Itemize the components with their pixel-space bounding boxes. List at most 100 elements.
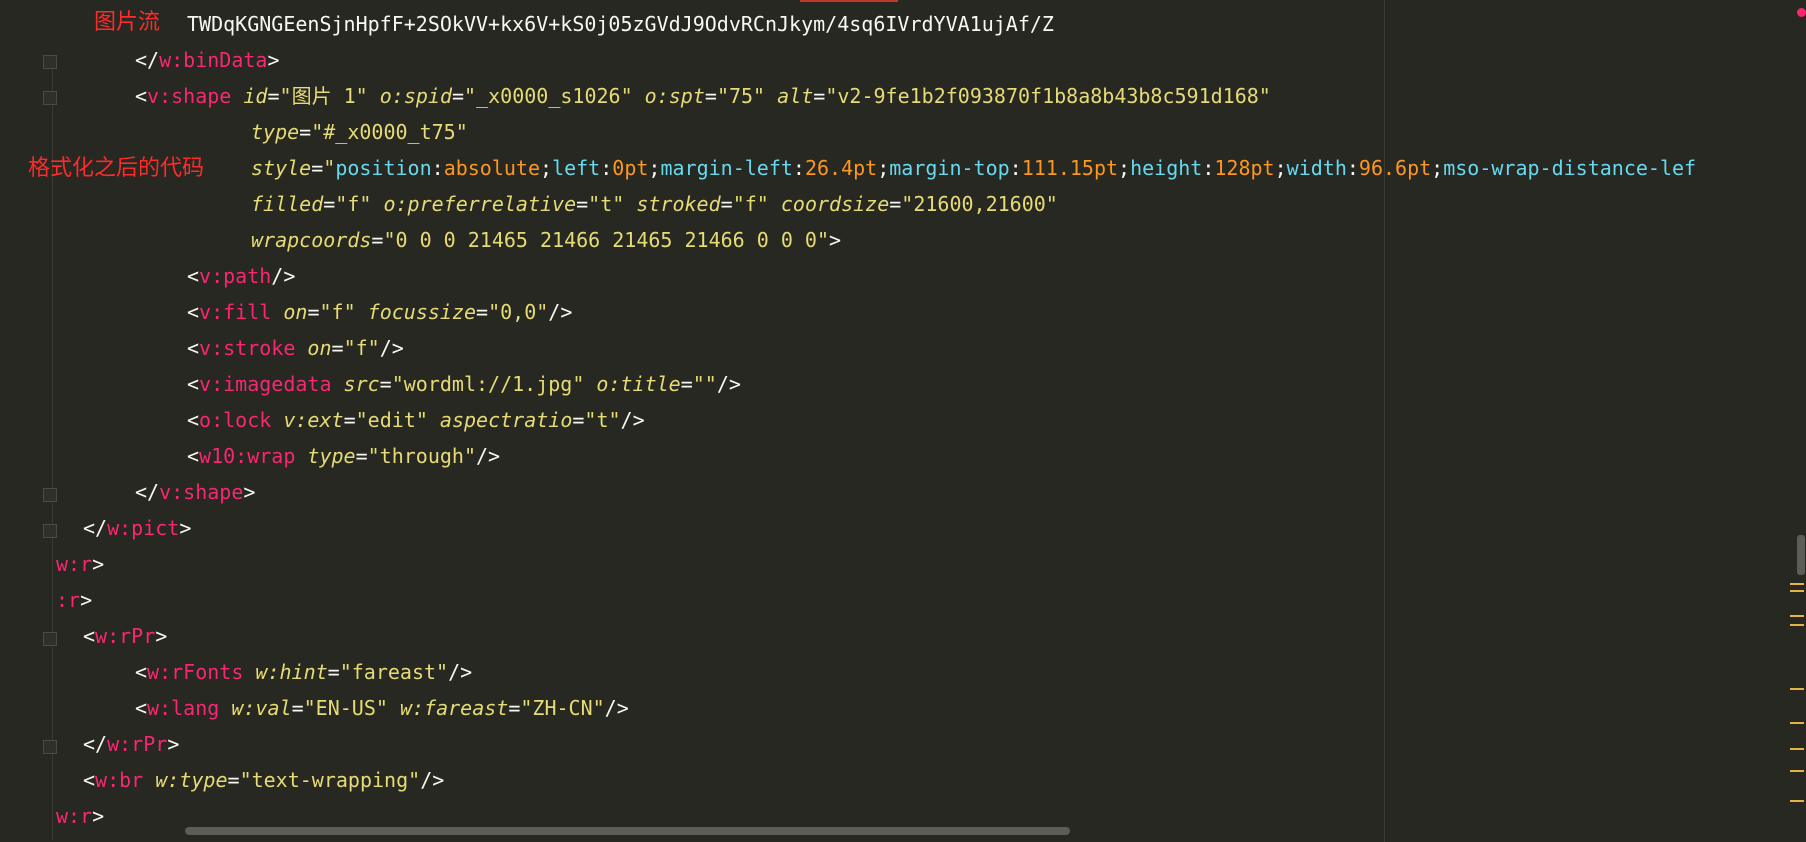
attr-name: focussize <box>367 300 477 324</box>
bracket: < <box>83 624 96 648</box>
horizontal-scrollbar-thumb[interactable] <box>185 827 1070 835</box>
css-property: margin-top <box>889 156 1010 180</box>
bracket: < <box>187 444 200 468</box>
tag-name: w:r <box>56 552 93 576</box>
bracket: > <box>80 588 93 612</box>
code-line[interactable]: <v:stroke on="f"/> <box>0 330 404 366</box>
code-line[interactable]: w:r> <box>0 546 104 582</box>
attr-name: type <box>251 120 300 144</box>
attr-value: "图片 1" <box>279 84 368 108</box>
bracket: /> <box>448 660 473 684</box>
attr-name: style <box>251 156 312 180</box>
active-tab-indicator <box>800 0 898 2</box>
tag-name: v:shape <box>147 84 232 108</box>
bracket: </ <box>135 480 160 504</box>
attr-name: on <box>307 336 332 360</box>
code-line[interactable]: <v:imagedata src="wordml://1.jpg" o:titl… <box>0 366 741 402</box>
bracket: </ <box>83 732 108 756</box>
attr-value: "t" <box>588 192 625 216</box>
attr-name: w:hint <box>255 660 328 684</box>
bracket: > <box>267 48 280 72</box>
tag-name: :r <box>56 588 81 612</box>
tag-name: w:rPr <box>95 624 156 648</box>
attr-name: v:ext <box>283 408 344 432</box>
code-line[interactable]: style="position:absolute;left:0pt;margin… <box>0 150 1696 186</box>
tag-name: w:br <box>95 768 144 792</box>
tag-name: v:imagedata <box>199 372 332 396</box>
bracket: /> <box>620 408 645 432</box>
tag-name: v:path <box>199 264 272 288</box>
code-editor[interactable]: 图片流 格式化之后的代码 TWDqKGNGEenSjnHpfF+2SOkVV+k… <box>0 0 1806 842</box>
attr-value: "t" <box>584 408 621 432</box>
attr-name: type <box>307 444 356 468</box>
attr-value: "wordml://1.jpg" <box>391 372 585 396</box>
bracket: </ <box>83 516 108 540</box>
code-line[interactable]: </w:rPr> <box>0 726 179 762</box>
attr-value: "text-wrapping" <box>239 768 421 792</box>
attr-name: stroked <box>636 192 721 216</box>
attr-name: filled <box>251 192 324 216</box>
css-value: absolute <box>443 156 541 180</box>
css-value: 128pt <box>1214 156 1275 180</box>
code-line[interactable]: <v:shape id="图片 1" o:spid="_x0000_s1026"… <box>0 78 1271 114</box>
attr-name: w:val <box>231 696 292 720</box>
attr-value: "f" <box>343 336 380 360</box>
tag-name: w:pict <box>107 516 180 540</box>
code-line[interactable]: wrapcoords="0 0 0 21465 21466 21465 2146… <box>0 222 841 258</box>
code-line[interactable]: <w:rFonts w:hint="fareast"/> <box>0 654 472 690</box>
code-line[interactable]: <v:path/> <box>0 258 295 294</box>
code-line[interactable]: :r> <box>0 582 92 618</box>
code-line[interactable]: </w:pict> <box>0 510 191 546</box>
css-property: mso-wrap-distance-lef <box>1443 156 1697 180</box>
tag-name: o:lock <box>199 408 272 432</box>
attr-name: o:preferrelative <box>383 192 577 216</box>
code-line[interactable]: <o:lock v:ext="edit" aspectratio="t"/> <box>0 402 645 438</box>
bracket: > <box>243 480 256 504</box>
bracket: < <box>187 300 200 324</box>
bracket: < <box>187 408 200 432</box>
code-line[interactable]: <v:fill on="f" focussize="0,0"/> <box>0 294 572 330</box>
attr-name: o:spt <box>644 84 705 108</box>
code-line[interactable]: type="#_x0000_t75" <box>0 114 468 150</box>
bracket: /> <box>476 444 501 468</box>
attr-name: id <box>243 84 268 108</box>
code-line[interactable]: <w10:wrap type="through"/> <box>0 438 500 474</box>
code-line[interactable]: <w:rPr> <box>0 618 167 654</box>
code-line[interactable]: TWDqKGNGEenSjnHpfF+2SOkVV+kx6V+kS0j05zGV… <box>0 6 1054 42</box>
tag-name: w10:wrap <box>199 444 296 468</box>
minimap-marker <box>1790 590 1804 592</box>
attr-name: w:fareast <box>399 696 509 720</box>
code-line[interactable]: <w:br w:type="text-wrapping"/> <box>0 762 444 798</box>
bracket: </ <box>135 48 160 72</box>
tag-name: w:rFonts <box>147 660 244 684</box>
css-property: left <box>552 156 601 180</box>
quote: " <box>323 156 336 180</box>
bracket: < <box>187 264 200 288</box>
css-value: 0pt <box>612 156 649 180</box>
minimap-marker <box>1790 583 1804 585</box>
bracket: /> <box>548 300 573 324</box>
bracket: /> <box>716 372 741 396</box>
bracket: < <box>135 84 148 108</box>
code-line[interactable]: <w:lang w:val="EN-US" w:fareast="ZH-CN"/… <box>0 690 629 726</box>
bracket: /> <box>379 336 404 360</box>
attr-name: o:title <box>596 372 681 396</box>
attr-name: o:spid <box>379 84 452 108</box>
attr-value: "#_x0000_t75" <box>311 120 468 144</box>
css-property: width <box>1286 156 1347 180</box>
attr-name: src <box>343 372 380 396</box>
base64-data-text: TWDqKGNGEenSjnHpfF+2SOkVV+kx6V+kS0j05zGV… <box>187 12 1054 36</box>
minimap-marker <box>1790 722 1804 724</box>
attr-value: "f" <box>335 192 372 216</box>
bracket: > <box>155 624 168 648</box>
attr-name: on <box>283 300 308 324</box>
attr-value: "f" <box>732 192 769 216</box>
code-line[interactable]: </v:shape> <box>0 474 255 510</box>
code-line[interactable]: filled="f" o:preferrelative="t" stroked=… <box>0 186 1058 222</box>
bracket: > <box>167 732 180 756</box>
code-line[interactable]: w:r> <box>0 798 104 834</box>
tag-name: v:stroke <box>199 336 296 360</box>
tag-name: v:fill <box>199 300 272 324</box>
vertical-scrollbar-thumb[interactable] <box>1797 535 1805 575</box>
code-line[interactable]: </w:binData> <box>0 42 280 78</box>
